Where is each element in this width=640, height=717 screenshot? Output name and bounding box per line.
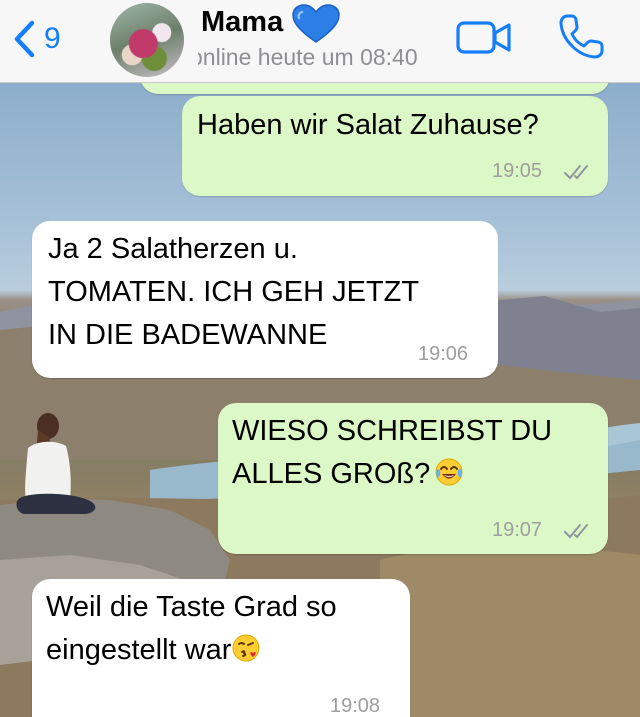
avatar[interactable]	[110, 3, 184, 77]
back-button[interactable]: 9	[12, 17, 82, 61]
face-with-tears-of-joy-icon	[435, 458, 463, 486]
message-time: 19:05	[492, 160, 543, 182]
video-camera-icon[interactable]	[455, 18, 513, 58]
message-bubble-incoming[interactable]: Ja 2 Salatherzen u. TOMATEN. ICH GEH JET…	[32, 221, 498, 378]
message-time: 19:08	[330, 695, 381, 717]
contact-name[interactable]: Mama	[201, 6, 283, 39]
read-ticks-icon	[564, 524, 588, 539]
face-throwing-a-kiss-icon	[232, 634, 260, 662]
message-text: WIESO SCHREIBST DU ALLES GROß?	[232, 410, 552, 496]
message-bubble-outgoing[interactable]: Haben wir Salat Zuhause? 19:05	[182, 96, 608, 196]
message-time: 19:06	[418, 343, 469, 365]
message-text: Ja 2 Salatherzen u. TOMATEN. ICH GEH JET…	[48, 233, 420, 351]
blue-heart-icon	[292, 4, 340, 43]
chevron-left-icon	[14, 20, 35, 58]
message-text: Haben wir Salat Zuhause?	[197, 109, 539, 141]
contact-status: online heute um 08:40	[198, 44, 418, 70]
message-text-content: WIESO SCHREIBST DU ALLES GROß?	[232, 415, 553, 490]
message-bubble-incoming[interactable]: Weil die Taste Grad so eingestellt war 1…	[32, 579, 410, 717]
message-bubble-outgoing[interactable]: WIESO SCHREIBST DU ALLES GROß? 19:07	[218, 403, 608, 554]
message-text: Weil die Taste Grad so eingestellt war	[46, 586, 337, 672]
chat-header: 9 Mama online heute um 08:40	[0, 0, 640, 83]
read-ticks-icon	[564, 165, 588, 180]
unread-count: 9	[44, 22, 61, 55]
message-time: 19:07	[492, 519, 543, 541]
message-text-content: Weil die Taste Grad so eingestellt war	[46, 591, 337, 666]
phone-icon[interactable]	[556, 12, 606, 62]
